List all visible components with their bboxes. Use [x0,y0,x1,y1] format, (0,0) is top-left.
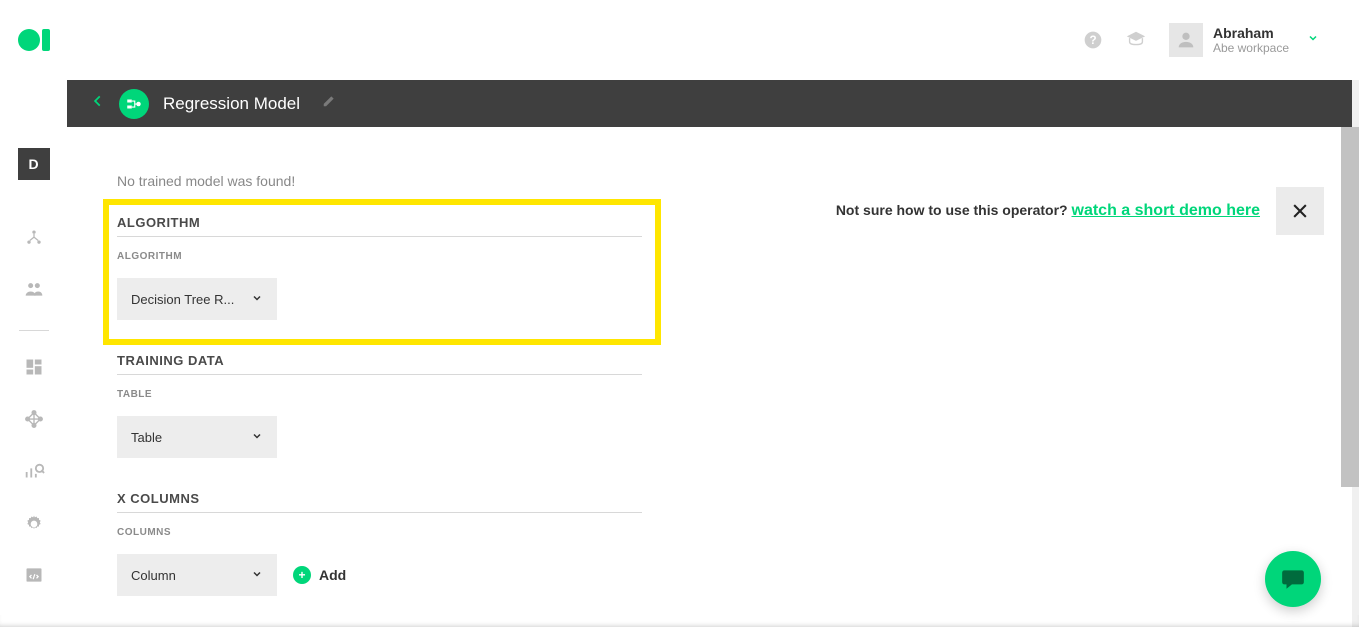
nodes-icon[interactable] [24,228,44,253]
x-columns-header: X COLUMNS [117,491,642,513]
scrollbar-thumb-inner[interactable] [1348,200,1359,380]
svg-text:?: ? [1089,34,1096,47]
no-model-message: No trained model was found! [117,173,295,189]
training-data-section: TRAINING DATA TABLE Table [117,353,642,458]
plus-icon: + [293,566,311,584]
analytics-icon[interactable] [23,461,45,488]
column-select[interactable]: Column [117,554,277,596]
algorithm-label: ALGORITHM [117,251,642,262]
users-icon[interactable] [23,279,45,304]
gear-icon[interactable] [24,514,44,539]
title-bar: Regression Model [67,80,1352,127]
edit-title-button[interactable] [322,94,336,113]
chevron-down-icon [1307,31,1319,49]
user-menu[interactable]: Abraham Abe workpace [1169,23,1319,57]
algorithm-header: ALGORITHM [117,215,642,237]
table-label: TABLE [117,389,642,400]
graph-icon[interactable] [23,408,45,435]
demo-link[interactable]: watch a short demo here [1072,202,1261,219]
header-right: ? Abraham Abe workpace [1083,23,1319,57]
x-columns-section: X COLUMNS COLUMNS Column + Add [117,491,642,596]
user-name: Abraham [1213,25,1289,41]
algorithm-section: ALGORITHM ALGORITHM Decision Tree R... [117,215,642,320]
chevron-down-icon [251,568,263,583]
logo-circle-icon [18,29,40,51]
code-icon[interactable] [24,565,44,590]
sidebar-project-badge[interactable]: D [18,148,50,180]
algorithm-select-value: Decision Tree R... [131,292,234,307]
chevron-down-icon [251,430,263,445]
algorithm-select[interactable]: Decision Tree R... [117,278,277,320]
training-data-header: TRAINING DATA [117,353,642,375]
demo-hint: Not sure how to use this operator? watch… [836,187,1324,235]
bottom-shadow [0,615,1359,627]
logo-bar-icon [42,29,50,51]
add-column-button[interactable]: + Add [293,566,346,584]
model-icon [119,89,149,119]
top-header: ? Abraham Abe workpace [0,0,1359,80]
back-button[interactable] [91,92,105,115]
hint-text: Not sure how to use this operator? [836,202,1072,218]
chat-button[interactable] [1265,551,1321,607]
table-select[interactable]: Table [117,416,277,458]
sidebar-divider [19,330,49,331]
close-hint-button[interactable] [1276,187,1324,235]
help-icon[interactable]: ? [1083,30,1103,50]
column-select-value: Column [131,568,176,583]
table-select-value: Table [131,430,162,445]
avatar [1169,23,1203,57]
content: No trained model was found! Not sure how… [67,127,1352,627]
page-title: Regression Model [163,94,300,114]
add-label: Add [319,567,346,583]
graduation-icon[interactable] [1125,29,1147,51]
dashboard-icon[interactable] [24,357,44,382]
chevron-down-icon [251,292,263,307]
user-workspace: Abe workpace [1213,41,1289,55]
logo[interactable] [18,29,50,51]
sidebar: D [0,80,67,627]
columns-label: COLUMNS [117,527,642,538]
